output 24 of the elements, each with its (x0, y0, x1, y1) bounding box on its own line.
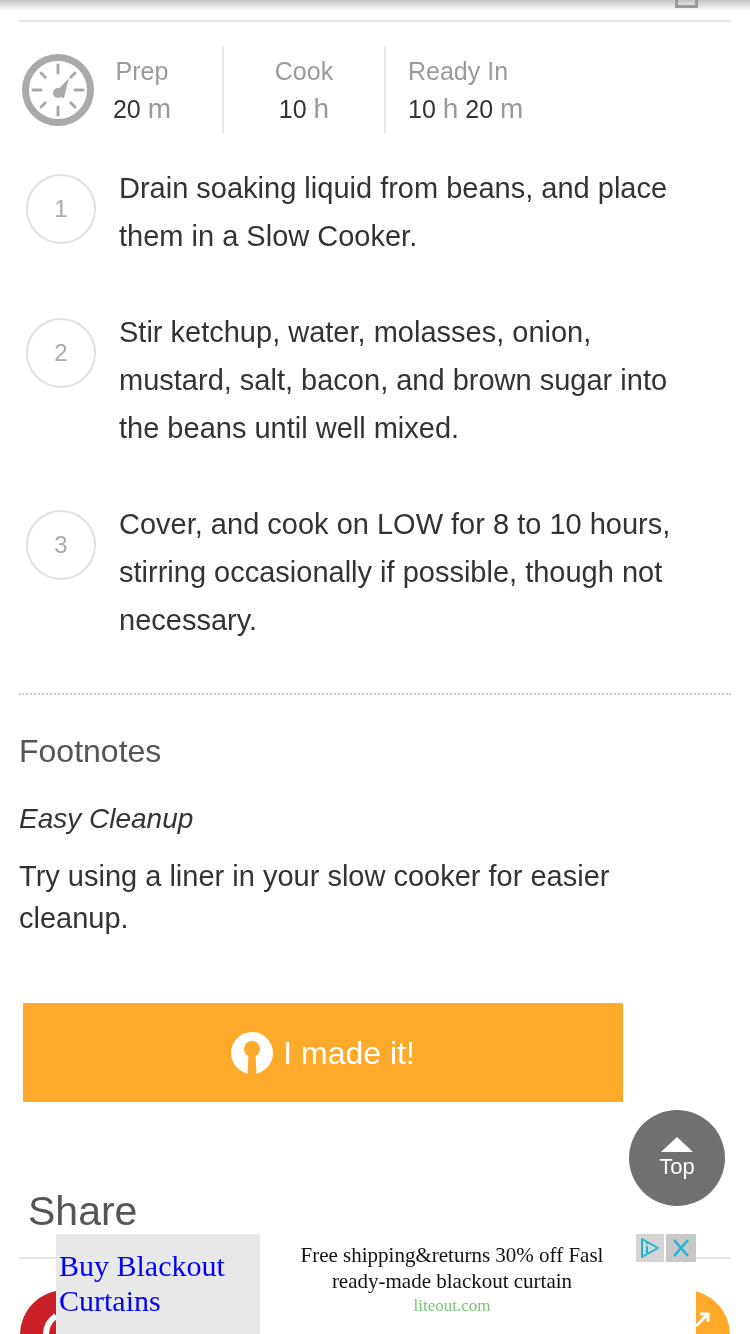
step-text: Drain soaking liquid from beans, and place them in a Slow Cooker. (119, 171, 669, 254)
time-value: 10 h (278, 91, 330, 126)
time-value: 10 h 20 m (408, 91, 524, 126)
step-text: Stir ketchup, water, molasses, onion, mustard, salt, bacon, and brown sugar into the beans until well mixed. (119, 315, 669, 446)
up-triangle-icon (661, 1136, 693, 1152)
step-text: Cover, and cook on LOW for 8 to 10 hours, stirring occasionally if possible, though not necessary. (119, 507, 672, 638)
ad-headline-link[interactable]: Buy Blackout Curtains (59, 1248, 260, 1318)
step-number: 3 (26, 510, 96, 580)
time-label: Ready In (408, 55, 509, 87)
footnote-title: Easy Cleanup (19, 802, 194, 836)
time-label: Cook (274, 55, 334, 87)
close-icon[interactable] (666, 1234, 696, 1262)
share-heading: Share (28, 1187, 138, 1236)
ad-info-icon[interactable] (636, 1234, 664, 1262)
step-number: 1 (26, 174, 96, 244)
clock-icon (22, 53, 94, 126)
top-button[interactable]: Top (629, 1110, 725, 1206)
footnote-text: Try using a liner in your slow cooker for easier cleanup. (19, 859, 611, 936)
time-label: Prep (115, 55, 169, 87)
footnotes-heading: Footnotes (19, 732, 162, 771)
step-number: 2 (26, 318, 96, 388)
ad-description: Free shipping&returns 30% off Fasl ready-made blackout curtain (300, 1242, 604, 1294)
time-value: 20 m (112, 91, 172, 126)
keyhole-icon (231, 1031, 274, 1074)
